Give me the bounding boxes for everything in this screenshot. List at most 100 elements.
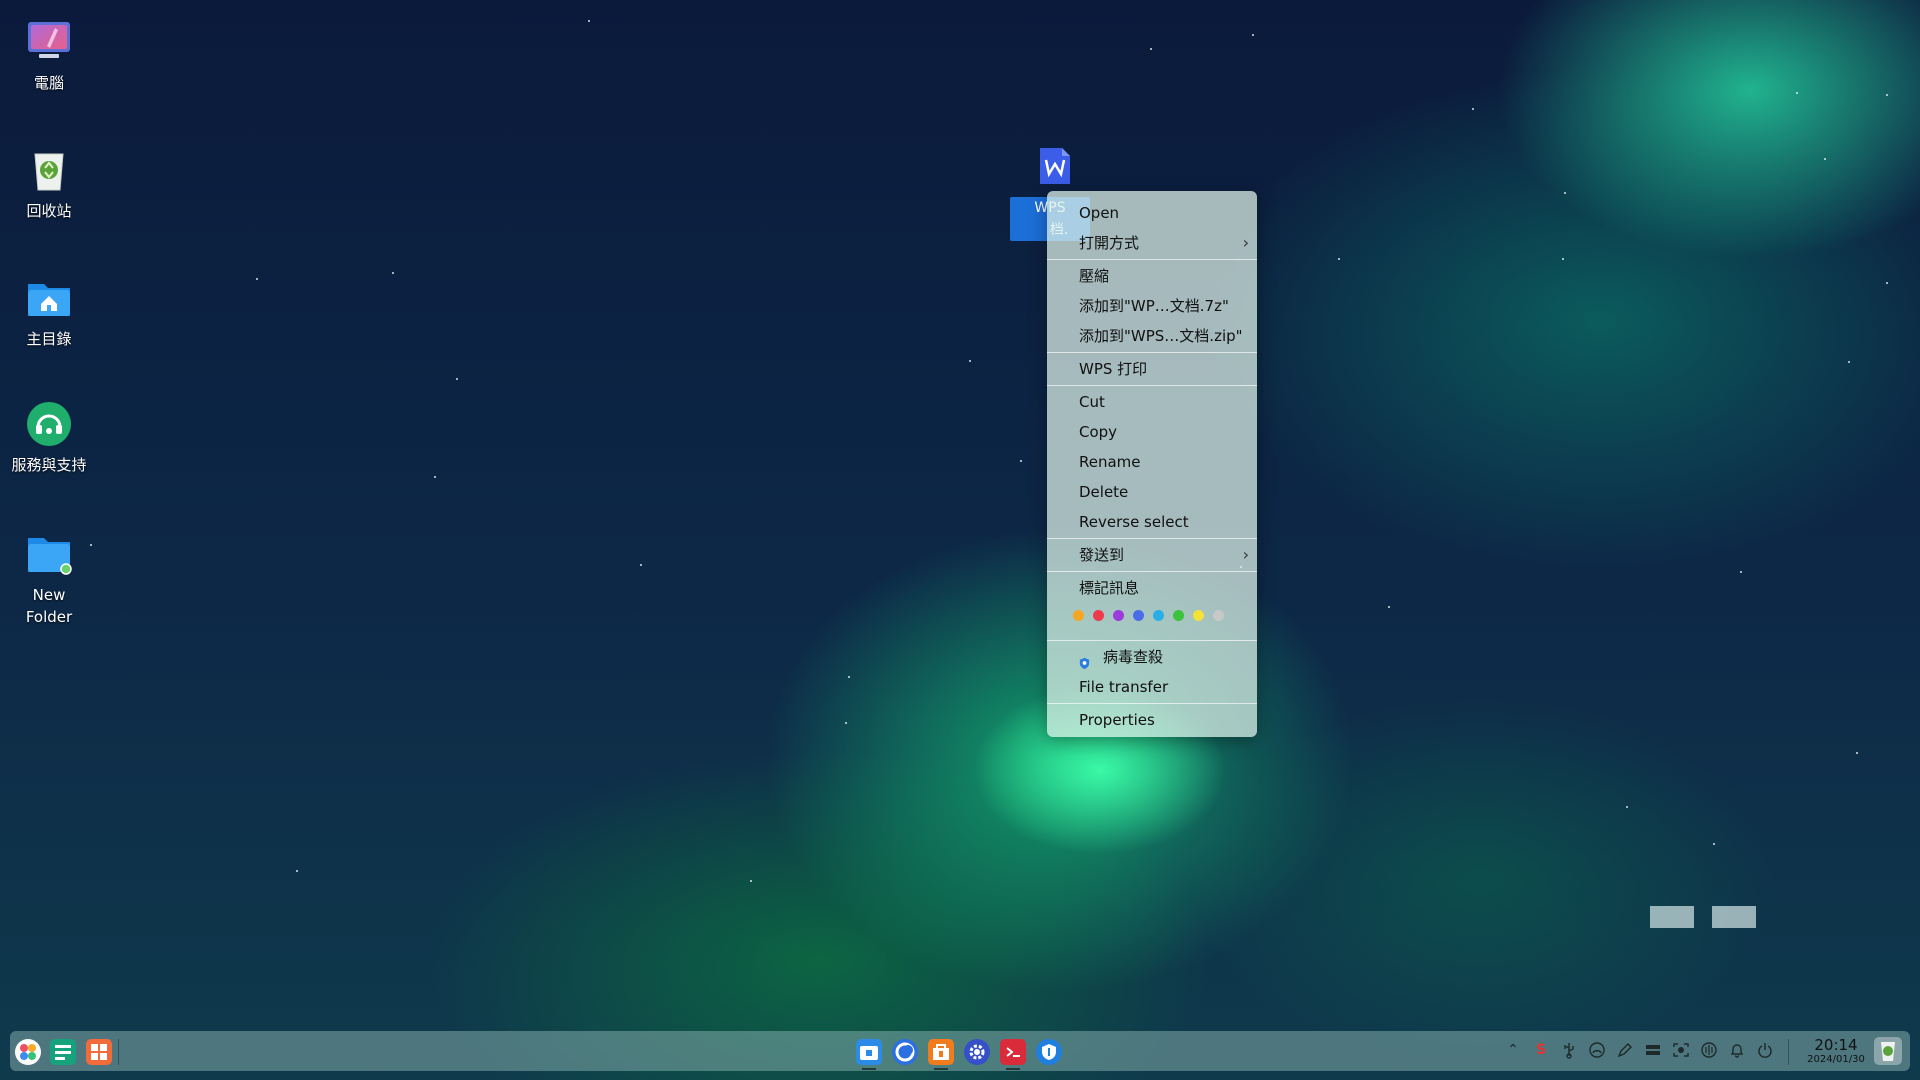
star [1388, 606, 1390, 608]
menu-item-virus-scan[interactable]: 病毒查殺 [1047, 642, 1257, 672]
taskbar-terminal[interactable] [1000, 1039, 1026, 1065]
start-logo-icon [20, 1044, 36, 1060]
menu-item-label: Copy [1079, 423, 1118, 441]
desktop-icon-computer[interactable]: 電腦 [10, 18, 88, 94]
clock-date: 2024/01/30 [1807, 1054, 1865, 1065]
menu-item-label: Rename [1079, 453, 1141, 471]
storage-icon[interactable] [1644, 1041, 1662, 1059]
task-view-icon [55, 1045, 71, 1060]
app-store-icon [933, 1044, 949, 1060]
menu-item-cut[interactable]: Cut [1047, 387, 1257, 417]
recycle-bin-icon [25, 146, 73, 194]
star [434, 476, 436, 478]
tag-color-dot[interactable] [1193, 609, 1204, 621]
desktop-icon-label: 服務與支持 [11, 456, 87, 474]
pen-icon[interactable] [1616, 1041, 1634, 1059]
menu-item-open[interactable]: Open [1047, 198, 1257, 228]
desktop-icon-home[interactable]: 主目錄 [10, 274, 88, 350]
browser-icon [895, 1042, 915, 1062]
network-icon[interactable] [1700, 1041, 1718, 1059]
tag-color-dot[interactable] [1153, 609, 1164, 621]
shield-icon [1078, 650, 1091, 670]
headset-support-icon [25, 400, 73, 448]
running-indicator [862, 1068, 876, 1070]
taskbar: ⌃ S 20:14 2024/01/30 [10, 1031, 1910, 1071]
menu-item-wps-print[interactable]: WPS 打印 [1047, 354, 1257, 384]
wps-writer-icon [1040, 148, 1070, 184]
menu-separator [1047, 538, 1257, 539]
power-icon[interactable] [1756, 1041, 1774, 1059]
input-method-icon[interactable]: S [1532, 1041, 1550, 1059]
menu-item-copy[interactable]: Copy [1047, 417, 1257, 447]
taskbar-app-store[interactable] [928, 1039, 954, 1065]
menu-item-send-to[interactable]: 發送到 › [1047, 540, 1257, 570]
chevron-right-icon: › [1242, 233, 1249, 252]
recycle-bin-icon [1881, 1042, 1895, 1061]
menu-item-label: 添加到"WP…文档.7z" [1079, 297, 1229, 315]
desktop-wallpaper [0, 0, 1920, 1080]
running-indicator [1006, 1068, 1020, 1070]
menu-item-reverse-select[interactable]: Reverse select [1047, 507, 1257, 537]
star [296, 870, 298, 872]
clock-time: 20:14 [1814, 1036, 1858, 1054]
wps-document-file[interactable] [1010, 146, 1100, 190]
star [1713, 843, 1715, 845]
star [1338, 258, 1340, 260]
account-icon[interactable] [1588, 1041, 1606, 1059]
usb-icon[interactable] [1560, 1041, 1578, 1059]
shield-icon [1042, 1044, 1056, 1060]
menu-item-compress[interactable]: 壓縮 [1047, 261, 1257, 291]
task-view-button[interactable] [50, 1039, 76, 1065]
star [969, 360, 971, 362]
app-grid-button[interactable] [86, 1039, 112, 1065]
taskbar-browser[interactable] [892, 1039, 918, 1065]
gear-icon [969, 1044, 985, 1060]
taskbar-divider [1788, 1039, 1789, 1065]
menu-item-delete[interactable]: Delete [1047, 477, 1257, 507]
taskbar-settings[interactable] [964, 1039, 990, 1065]
taskbar-file-manager[interactable] [856, 1039, 882, 1065]
menu-item-open-with[interactable]: 打開方式 › [1047, 228, 1257, 258]
menu-item-rename[interactable]: Rename [1047, 447, 1257, 477]
tag-color-dot[interactable] [1113, 609, 1124, 621]
menu-item-label: Open [1079, 204, 1120, 222]
menu-separator [1047, 640, 1257, 641]
blurred-region [1650, 906, 1694, 928]
tag-color-dot[interactable] [1073, 609, 1084, 621]
star [456, 378, 458, 380]
start-menu-button[interactable] [15, 1039, 41, 1065]
taskbar-security-center[interactable] [1036, 1039, 1062, 1065]
menu-item-label: Properties [1079, 711, 1155, 729]
menu-item-add-to-7z[interactable]: 添加到"WP…文档.7z" [1047, 291, 1257, 321]
menu-separator [1047, 385, 1257, 386]
menu-item-properties[interactable]: Properties [1047, 705, 1257, 735]
star [90, 544, 92, 546]
chevron-up-icon[interactable]: ⌃ [1504, 1041, 1522, 1059]
desktop-icon-new-folder[interactable]: New Folder [10, 530, 88, 628]
desktop-icon-service-support[interactable]: 服務與支持 [10, 400, 88, 476]
star [1252, 34, 1254, 36]
screenshot-icon[interactable] [1672, 1041, 1690, 1059]
star [1796, 92, 1798, 94]
clock[interactable]: 20:14 2024/01/30 [1798, 1037, 1874, 1067]
tag-color-picker [1047, 603, 1257, 627]
desktop-icon-recycle-bin[interactable]: 回收站 [10, 146, 88, 222]
menu-item-file-transfer[interactable]: File transfer [1047, 672, 1257, 702]
menu-separator [1047, 352, 1257, 353]
menu-item-label: WPS 打印 [1079, 360, 1148, 378]
tag-color-dot[interactable] [1093, 609, 1104, 621]
menu-separator [1047, 259, 1257, 260]
star [1562, 258, 1564, 260]
menu-item-label: 標記訊息 [1079, 579, 1140, 597]
folder-icon [25, 530, 73, 578]
menu-item-add-to-zip[interactable]: 添加到"WPS…文档.zip" [1047, 321, 1257, 351]
star [256, 278, 258, 280]
tag-color-dot[interactable] [1133, 609, 1144, 621]
bell-icon[interactable] [1728, 1041, 1746, 1059]
show-desktop-button[interactable] [1874, 1037, 1902, 1065]
menu-item-label: Cut [1079, 393, 1105, 411]
star [845, 722, 847, 724]
tag-color-dot[interactable] [1173, 609, 1184, 621]
tag-color-dot[interactable] [1213, 609, 1224, 621]
menu-item-label: File transfer [1079, 678, 1169, 696]
